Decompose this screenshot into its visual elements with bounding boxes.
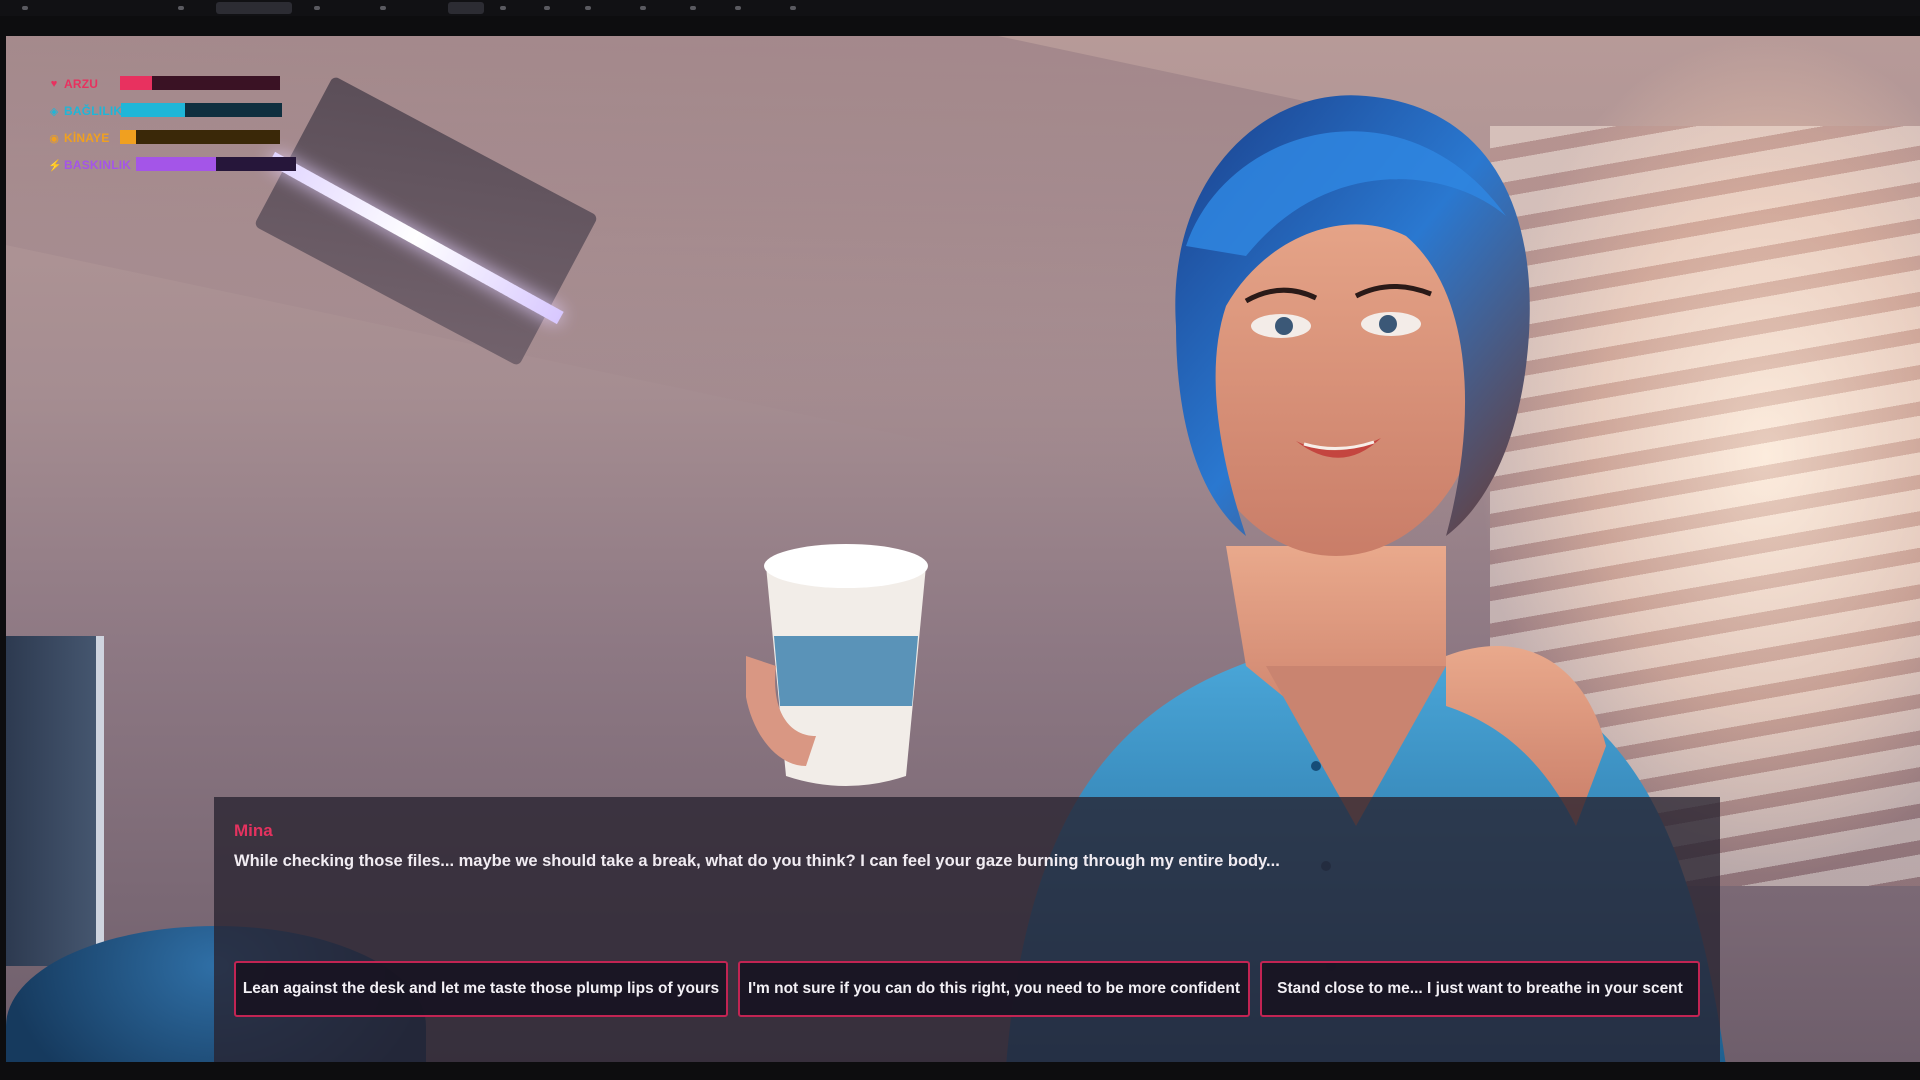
text-tool-icon[interactable] [500,6,506,10]
brush-icon[interactable] [544,6,550,10]
stat-bar-fill [136,157,216,171]
undo-icon[interactable] [640,6,646,10]
stat-baskinlik: ⚡ BASKINLIK [48,157,131,173]
stat-kinaye: ◉ KİNAYE [48,130,109,146]
target-icon: ◉ [49,132,59,145]
diamond-icon: ◈ [49,105,59,118]
dialog-text: While checking those files... maybe we s… [234,852,1280,870]
dialog-box[interactable]: Mina While checking those files... maybe… [214,797,1720,1065]
stat-label: ARZU [64,77,99,91]
stat-bar-fill [121,103,186,117]
stat-bar-fill [120,76,152,90]
fullscreen-icon[interactable] [790,6,796,10]
stat-bar [121,103,282,117]
pin-icon[interactable] [585,6,591,10]
lightning-icon: ⚡ [48,159,62,172]
status-icon[interactable] [314,6,320,10]
info-icon[interactable] [735,6,741,10]
user-icon[interactable] [178,6,184,10]
window-icon[interactable] [448,2,484,14]
stat-label: KİNAYE [64,131,110,145]
minus-icon[interactable] [690,6,696,10]
stat-label: BAĞLILIK [64,104,123,118]
coffee-cup [746,544,928,786]
toolbar-tab[interactable] [216,2,292,14]
record-icon[interactable] [380,6,386,10]
stat-baglilik: ◈ BAĞLILIK [48,103,122,119]
stat-arzu: ♥ ARZU [48,76,98,92]
monitor [6,636,104,966]
stat-bar [136,157,296,171]
heart-icon: ♥ [50,78,58,90]
toolbar [0,0,1920,16]
stat-bar [120,76,280,90]
bottom-strip [0,1062,1920,1080]
choice-button-2[interactable]: I'm not sure if you can do this right, y… [738,961,1250,1017]
choice-button-1[interactable]: Lean against the desk and let me taste t… [234,961,728,1017]
stat-label: BASKINLIK [64,158,132,172]
choice-button-3[interactable]: Stand close to me... I just want to brea… [1260,961,1700,1017]
stat-bar [120,130,280,144]
speaker-name: Mina [234,821,273,840]
menu-icon[interactable] [22,6,28,10]
stat-bar-fill [120,130,136,144]
